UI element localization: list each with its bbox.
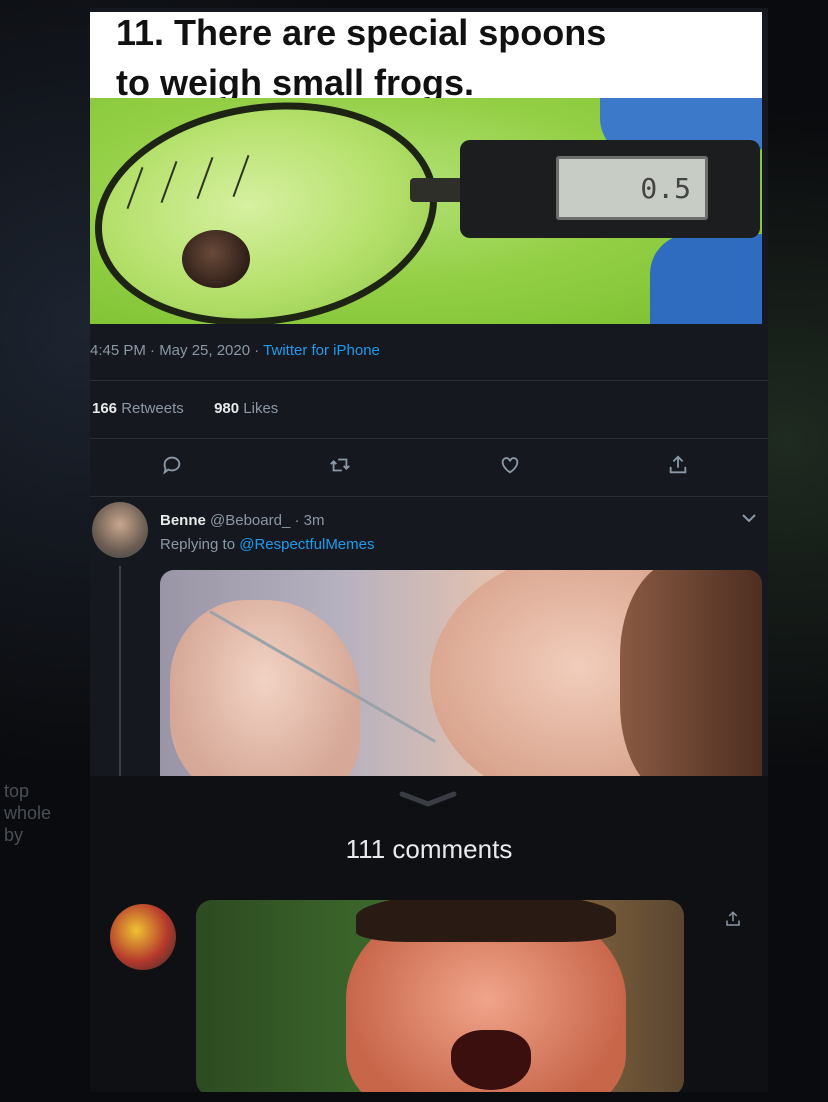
hair [356,900,616,942]
retweets-stat[interactable]: 166 Retweets [92,400,184,417]
tweet-timestamp: 4:45 PM · May 25, 2020 · Twitter for iPh… [90,342,380,359]
tweet-stats: 166 Retweets 980 Likes [92,400,278,417]
tweet-actions [90,452,768,492]
replying-handle-link[interactable]: @RespectfulMemes [239,536,374,553]
divider [90,496,768,497]
tweet-screen: 11. There are special spoons to weigh sm… [90,8,768,1092]
retweet-icon[interactable] [326,454,354,482]
retweets-count: 166 [92,400,118,417]
reply-display-name: Benne [160,512,206,529]
chevron-down-icon[interactable] [398,790,457,808]
background-side-text: top whole by [0,780,95,920]
divider [90,380,768,381]
tweet-client-link[interactable]: Twitter for iPhone [263,342,380,359]
glove [650,234,762,324]
frog-spoon-photo: 0.5 [90,98,762,324]
scale-display: 0.5 [556,156,708,220]
divider [90,438,768,439]
meme-title-line-1: 11. There are special spoons [116,12,607,53]
hair [620,570,762,782]
chevron-down-icon[interactable] [742,510,756,528]
meme-image[interactable]: 11. There are special spoons to weigh sm… [90,12,762,324]
side-text-3: by [4,825,24,845]
mouth [451,1030,531,1090]
share-icon[interactable] [724,910,742,933]
retweets-label: Retweets [121,400,184,417]
spoon-markings [124,154,274,218]
side-text-1: top [4,781,30,801]
likes-count: 980 [214,400,240,417]
comments-sheet: 111 comments [90,776,768,1092]
replying-to: Replying to @RespectfulMemes [160,536,375,553]
reply-author[interactable]: Benne @Beboard_ · 3m [160,512,324,529]
reply-handle: @Beboard_ · 3m [210,512,325,529]
small-frog [182,230,250,288]
replying-prefix: Replying to [160,536,240,553]
reply-image[interactable] [160,570,762,782]
comment-image[interactable] [196,900,684,1092]
share-icon[interactable] [664,454,692,482]
heart-icon[interactable] [496,454,524,482]
side-text-2: whole [4,803,52,823]
reply-icon[interactable] [158,454,186,482]
tweet-time: 4:45 PM · May 25, 2020 · [90,342,264,359]
likes-label: Likes [243,400,279,417]
hand [170,600,360,782]
avatar[interactable] [110,904,176,970]
comments-count: 111 comments [345,834,513,864]
meme-title: 11. There are special spoons to weigh sm… [116,12,606,108]
avatar[interactable] [92,502,148,558]
likes-stat[interactable]: 980 Likes [214,400,278,417]
thread-line [119,566,121,776]
